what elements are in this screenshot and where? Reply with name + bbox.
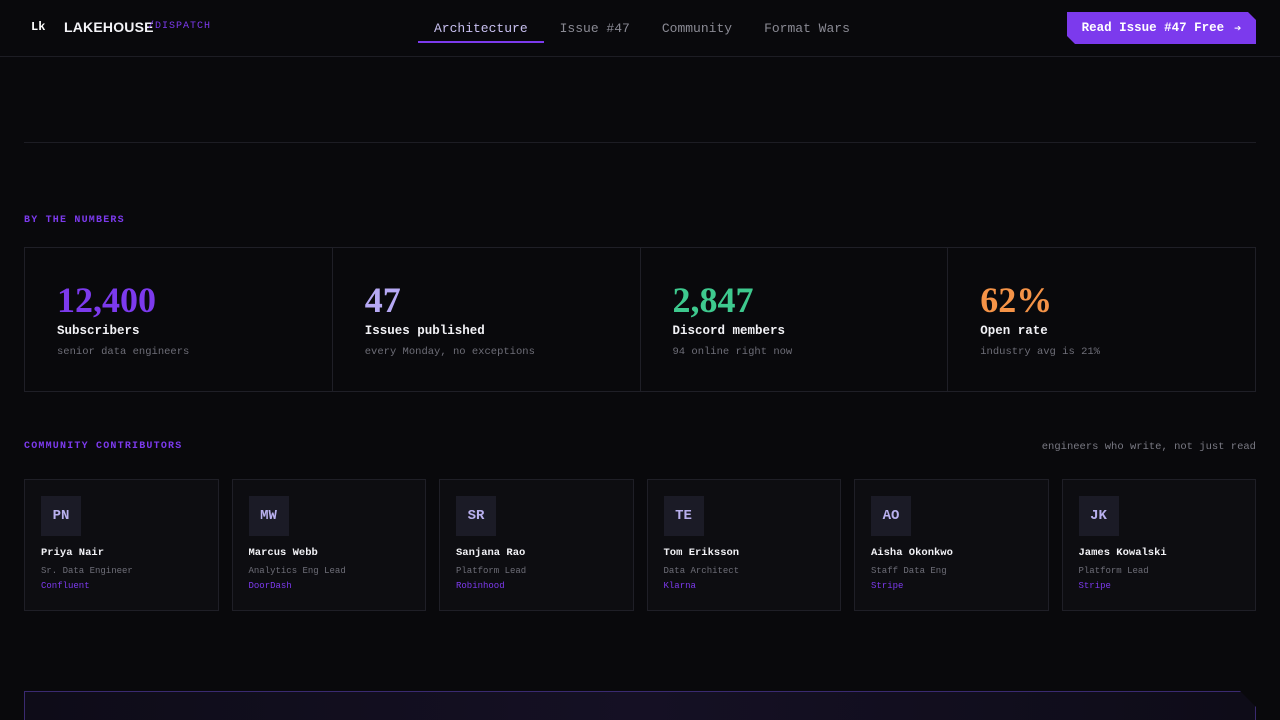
brand-name[interactable]: LAKEHOUSE xyxy=(64,19,154,35)
contributor-card[interactable]: JK James Kowalski Platform Lead Stripe xyxy=(1061,479,1256,611)
contributor-role: Analytics Eng Lead xyxy=(248,566,346,576)
top-nav-bar: Lk LAKEHOUSE /DISPATCH Architecture Issu… xyxy=(0,0,1280,57)
stat-value: 12,400 xyxy=(57,280,156,320)
contributor-company: Robinhood xyxy=(456,581,505,591)
contributor-card[interactable]: SR Sanjana Rao Platform Lead Robinhood xyxy=(439,479,634,611)
contributor-role: Staff Data Eng xyxy=(871,566,947,576)
contributors-list: PN Priya Nair Sr. Data Engineer Confluen… xyxy=(24,479,1256,611)
contributor-role: Sr. Data Engineer xyxy=(41,566,133,576)
community-section-label: COMMUNITY CONTRIBUTORS xyxy=(24,441,183,452)
avatar: SR xyxy=(456,496,496,536)
contributor-card[interactable]: PN Priya Nair Sr. Data Engineer Confluen… xyxy=(24,479,219,611)
stat-open-rate: 62% Open rate industry avg is 21% xyxy=(948,248,1255,391)
main-nav: Architecture Issue #47 Community Format … xyxy=(418,0,866,57)
contributor-name: Priya Nair xyxy=(41,547,105,559)
stat-label: Issues published xyxy=(364,324,485,338)
contributor-role: Platform Lead xyxy=(456,566,527,576)
contributor-card[interactable]: TE Tom Eriksson Data Architect Klarna xyxy=(646,479,841,611)
stats-grid: 12,400 Subscribers senior data engineers… xyxy=(24,247,1256,392)
contributor-company: Confluent xyxy=(41,581,90,591)
section-divider xyxy=(24,142,1256,143)
avatar: PN xyxy=(41,496,81,536)
contributor-card[interactable]: AO Aisha Okonkwo Staff Data Eng Stripe xyxy=(854,479,1049,611)
nav-architecture[interactable]: Architecture xyxy=(418,0,544,57)
contributor-name: Tom Eriksson xyxy=(663,547,740,559)
nav-issue-47[interactable]: Issue #47 xyxy=(544,0,646,57)
avatar: AO xyxy=(871,496,911,536)
stat-subtext: every Monday, no exceptions xyxy=(364,346,535,358)
contributor-name: James Kowalski xyxy=(1078,547,1167,559)
numbers-section-label: BY THE NUMBERS xyxy=(24,215,125,226)
stat-value: 2,847 xyxy=(672,280,754,320)
stat-subtext: 94 online right now xyxy=(672,346,793,358)
logo-mark[interactable]: Lk xyxy=(31,20,45,34)
stat-subtext: senior data engineers xyxy=(57,346,190,358)
cta-label: Read Issue #47 Free xyxy=(1081,21,1225,35)
contributor-name: Aisha Okonkwo xyxy=(871,547,953,559)
stat-value: 47 xyxy=(364,280,401,320)
contributor-role: Platform Lead xyxy=(1078,566,1149,576)
avatar: MW xyxy=(248,496,289,536)
contributor-company: DoorDash xyxy=(248,581,292,591)
arrow-right-icon: ➔ xyxy=(1234,21,1242,36)
stat-subscribers: 12,400 Subscribers senior data engineers xyxy=(25,248,333,391)
contributor-card[interactable]: MW Marcus Webb Analytics Eng Lead DoorDa… xyxy=(231,479,426,611)
contributor-company: Stripe xyxy=(871,581,904,591)
stat-discord: 2,847 Discord members 94 online right no… xyxy=(641,248,949,391)
avatar: JK xyxy=(1078,496,1119,536)
contributor-name: Marcus Webb xyxy=(248,547,318,559)
contributor-role: Data Architect xyxy=(663,566,740,576)
community-note: engineers who write, not just read xyxy=(1041,441,1256,453)
nav-community[interactable]: Community xyxy=(646,0,748,57)
brand-subtitle: /DISPATCH xyxy=(148,21,212,32)
stat-issues: 47 Issues published every Monday, no exc… xyxy=(333,248,641,391)
read-issue-cta-button[interactable]: Read Issue #47 Free ➔ xyxy=(1067,12,1256,44)
stat-label: Open rate xyxy=(980,324,1048,338)
contributor-company: Stripe xyxy=(1078,581,1111,591)
stat-label: Subscribers xyxy=(57,324,140,338)
contributor-name: Sanjana Rao xyxy=(456,547,526,559)
stat-subtext: industry avg is 21% xyxy=(980,346,1100,358)
stat-label: Discord members xyxy=(672,324,786,338)
avatar: TE xyxy=(663,496,704,536)
stat-value: 62% xyxy=(980,280,1053,320)
contributor-company: Klarna xyxy=(663,581,696,591)
subscribe-banner xyxy=(24,691,1256,720)
nav-format-wars[interactable]: Format Wars xyxy=(748,0,866,57)
